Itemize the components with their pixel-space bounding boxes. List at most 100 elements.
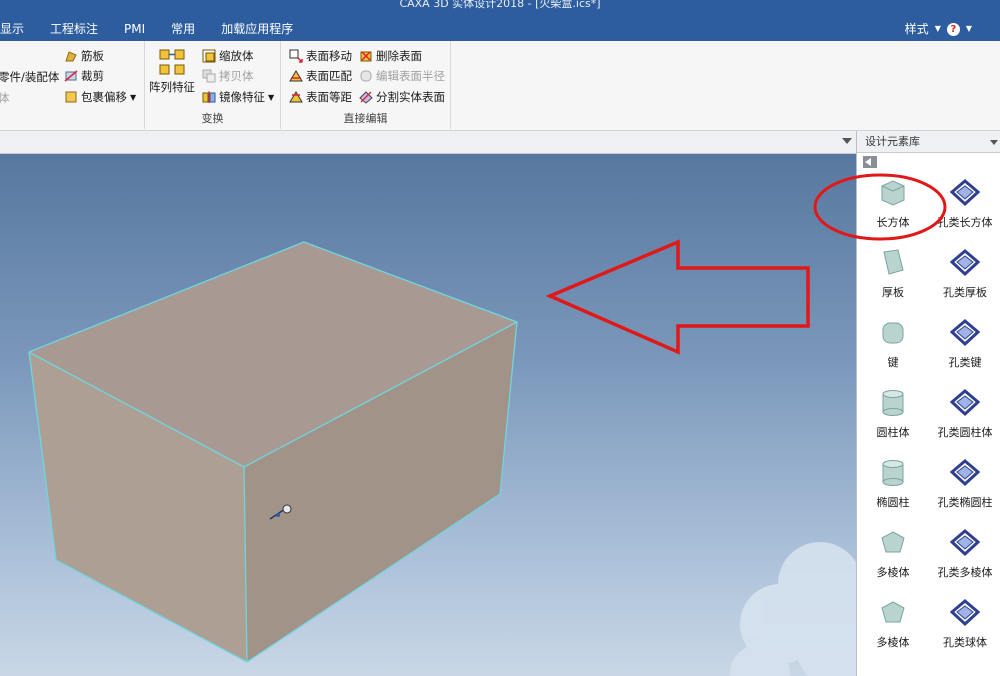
elliptic-cylinder-icon (882, 460, 904, 486)
library-item-label: 多棱体 (876, 636, 910, 649)
library-item[interactable]: 孔类球体 (929, 594, 1000, 658)
library-item[interactable]: 孔类键 (929, 314, 1000, 378)
wrap-offset-label: 包裹偏移 (81, 90, 127, 104)
style-menu-label: 样式 (904, 22, 929, 36)
body-label: 体 (0, 91, 10, 105)
library-item[interactable]: 厚板 (857, 244, 929, 308)
cylinder-hole-icon (950, 389, 980, 417)
trim-button[interactable]: 裁剪 (64, 68, 104, 84)
part-assembly-label: 零件/装配体 (0, 70, 60, 84)
split-solid-face-button[interactable]: 分割实体表面 (359, 89, 445, 105)
face-offset-button[interactable]: 表面等距 (289, 89, 352, 105)
window-title: CAXA 3D 实体设计2018 - [火柴盒.ics*] (399, 0, 601, 10)
chevron-down-icon: ▼ (130, 92, 137, 102)
scale-body-button[interactable]: 缩放体 (202, 48, 254, 64)
library-item-label: 椭圆柱 (876, 496, 910, 509)
chevron-down-icon: ▼ (934, 24, 941, 33)
split-face-icon (359, 91, 373, 104)
library-item-label: 键 (887, 356, 899, 369)
body-button[interactable]: 体 (0, 90, 10, 106)
face-match-label: 表面匹配 (306, 69, 352, 83)
face-move-label: 表面移动 (306, 49, 352, 63)
library-item-label: 孔类圆柱体 (937, 426, 993, 439)
chevron-down-icon[interactable] (990, 140, 998, 145)
face-offset-icon (289, 91, 303, 103)
edit-radius-icon (360, 70, 372, 82)
array-feature-label: 阵列特征 (149, 80, 195, 94)
menu-common[interactable]: 常用 (158, 20, 208, 38)
split-solid-face-label: 分割实体表面 (376, 90, 445, 104)
copy-body-label: 拷贝体 (219, 69, 254, 83)
rib-label: 筋板 (81, 49, 104, 63)
prism-icon (881, 531, 905, 553)
mirror-feature-button[interactable]: 镜像特征 ▼ (202, 89, 274, 105)
menu-load-apps[interactable]: 加载应用程序 (208, 20, 306, 38)
face-move-button[interactable]: 表面移动 (289, 48, 352, 64)
menu-pmi[interactable]: PMI (111, 20, 158, 38)
key-icon (882, 322, 904, 344)
chevron-down-icon[interactable] (842, 138, 852, 144)
scale-icon (202, 49, 216, 63)
library-item[interactable]: 孔类多棱体 (929, 524, 1000, 588)
viewport-canvas (28, 239, 856, 676)
box-solid[interactable] (28, 241, 519, 663)
panel-header: 设计元素库 (857, 131, 1000, 153)
library-item[interactable]: 孔类圆柱体 (929, 384, 1000, 448)
face-move-icon (289, 49, 303, 63)
library-item-label: 厚板 (882, 286, 904, 299)
ribbon-group-direct-edit: 表面移动 表面匹配 表面等距 删除表面 编辑表面半径 分割实体表面 直接编辑 (281, 41, 451, 129)
rib-icon (65, 51, 77, 62)
library-item[interactable]: 孔类厚板 (929, 244, 1000, 308)
face-match-button[interactable]: 表面匹配 (289, 68, 352, 84)
library-item[interactable]: 圆柱体 (857, 384, 929, 448)
library-item[interactable]: 多棱体 (857, 594, 929, 658)
ribbon-group-features: 零件/装配体 体 筋板 裁剪 包裹偏移 ▼ (0, 41, 145, 129)
copy-body-button[interactable]: 拷贝体 (202, 68, 254, 84)
delete-face-icon (360, 51, 372, 62)
rib-button[interactable]: 筋板 (64, 48, 104, 64)
library-item[interactable]: 孔类椭圆柱 (929, 454, 1000, 518)
style-menu[interactable]: 样式 ▼ ? ▼ (905, 20, 972, 38)
key-hole-icon (950, 319, 980, 347)
back-arrow-icon[interactable] (863, 156, 877, 168)
edit-face-radius-button[interactable]: 编辑表面半径 (359, 68, 445, 84)
elliptic-cylinder-hole-icon (950, 459, 980, 487)
menu-engineering-annotation[interactable]: 工程标注 (37, 20, 111, 38)
help-icon[interactable]: ? (946, 22, 960, 36)
menu-display[interactable]: 显示 (0, 20, 37, 38)
ribbon: 零件/装配体 体 筋板 裁剪 包裹偏移 ▼ 阵列特征 缩放体 拷贝体 镜像特征 … (0, 41, 1000, 131)
face-offset-label: 表面等距 (306, 90, 352, 104)
wrap-offset-icon (65, 91, 77, 103)
prism-icon (881, 601, 905, 623)
chevron-down-icon: ▼ (268, 92, 275, 102)
library-item-label: 多棱体 (876, 566, 910, 579)
library-item[interactable]: 键 (857, 314, 929, 378)
mirror-icon (202, 91, 216, 103)
transform-group-label: 变换 (201, 112, 224, 125)
face-match-icon (289, 70, 303, 82)
viewport-tab-strip (0, 131, 858, 154)
trim-label: 裁剪 (81, 69, 104, 83)
cylinder-icon (882, 390, 904, 416)
library-item-label: 孔类键 (948, 356, 982, 369)
library-item[interactable]: 多棱体 (857, 524, 929, 588)
library-item-label: 孔类厚板 (943, 286, 987, 299)
prism-hole-icon (950, 529, 980, 557)
delete-face-label: 删除表面 (376, 49, 422, 63)
menu-bar: 显示 工程标注 PMI 常用 加载应用程序 (0, 20, 306, 38)
scale-body-label: 缩放体 (219, 49, 254, 63)
copy-icon (202, 69, 216, 83)
part-assembly-button[interactable]: 零件/装配体 (0, 69, 59, 85)
library-item-label: 孔类椭圆柱 (937, 496, 993, 509)
wrap-offset-button[interactable]: 包裹偏移 ▼ (64, 89, 136, 105)
panel-title: 设计元素库 (865, 135, 920, 148)
mirror-feature-label: 镜像特征 (219, 90, 265, 104)
library-item-label: 孔类球体 (943, 636, 987, 649)
delete-face-button[interactable]: 删除表面 (359, 48, 422, 64)
design-viewport[interactable] (0, 154, 856, 676)
caxa-window: CAXA 3D 实体设计2018 - [火柴盒.ics*] 显示 工程标注 PM… (0, 0, 1000, 676)
array-feature-button[interactable]: 阵列特征 (149, 47, 195, 95)
chevron-down-icon: ▼ (965, 24, 972, 33)
library-item[interactable]: 椭圆柱 (857, 454, 929, 518)
library-item-label: 孔类多棱体 (937, 566, 993, 579)
